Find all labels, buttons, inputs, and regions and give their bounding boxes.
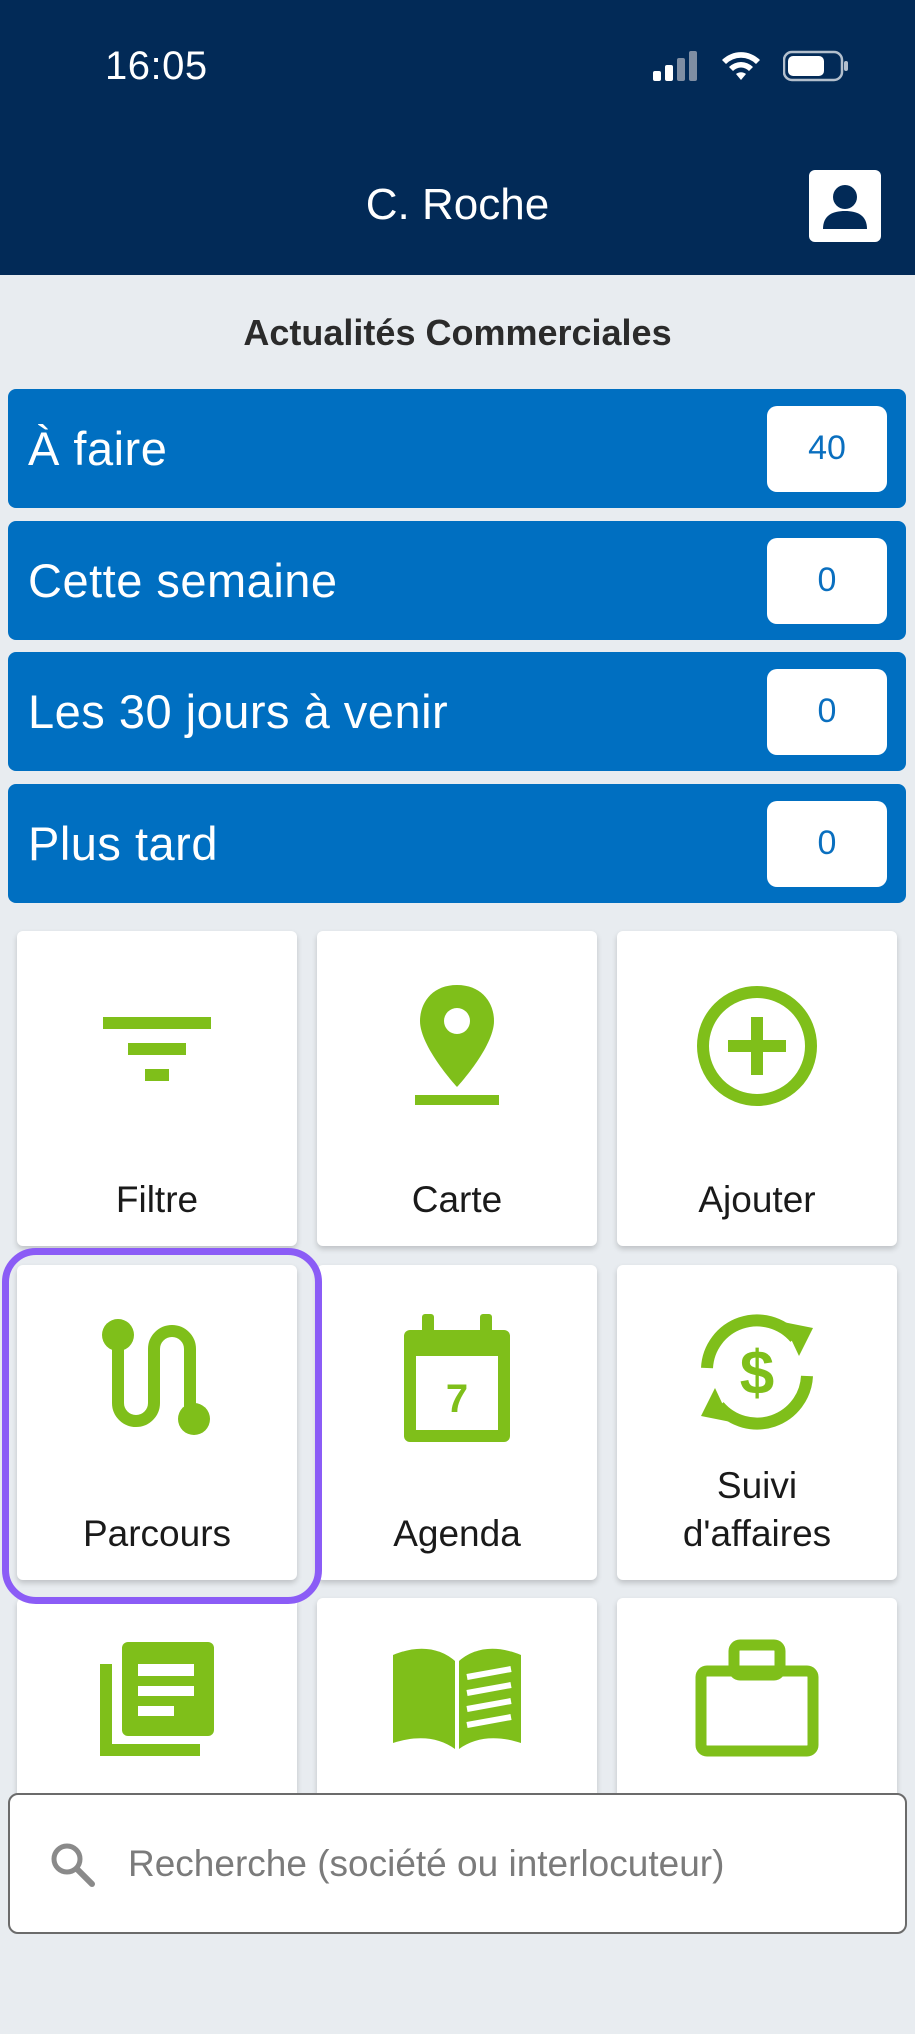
filter-icon <box>17 971 297 1121</box>
briefcase-icon <box>617 1624 897 1774</box>
tile-label: Ajouter <box>698 1179 816 1220</box>
news-count: 40 <box>767 405 887 492</box>
status-time: 16:05 <box>105 44 208 88</box>
news-row-30-jours[interactable]: Les 30 jours à venir 0 <box>8 652 906 771</box>
news-label: Plus tard <box>28 817 218 870</box>
add-circle-icon <box>617 971 897 1121</box>
svg-text:$: $ <box>740 1339 774 1408</box>
tile-carte[interactable]: Carte <box>317 931 597 1246</box>
map-pin-icon <box>317 971 597 1121</box>
tile-label: Agenda <box>393 1513 521 1554</box>
section-title: Actualités Commerciales <box>243 312 672 353</box>
news-label: Les 30 jours à venir <box>28 685 449 738</box>
signal-icon <box>653 51 697 81</box>
profile-button[interactable] <box>809 170 881 242</box>
news-label: Cette semaine <box>28 554 338 607</box>
book-icon <box>317 1624 597 1774</box>
route-icon <box>17 1305 297 1455</box>
tile-filtre[interactable]: Filtre <box>17 931 297 1246</box>
calendar-day: 7 <box>446 1377 468 1421</box>
search-icon <box>44 1836 100 1892</box>
calendar-icon: 7 <box>317 1305 597 1455</box>
dollar-cycle-icon: $ <box>617 1297 897 1447</box>
page-title: C. Roche <box>365 180 550 229</box>
status-icons <box>653 50 849 82</box>
news-label: À faire <box>28 422 168 475</box>
news-row-plus-tard[interactable]: Plus tard 0 <box>8 784 906 903</box>
news-count: 0 <box>767 537 887 624</box>
wifi-icon <box>722 52 760 80</box>
tile-label: Parcours <box>82 1513 232 1554</box>
documents-icon <box>17 1624 297 1774</box>
tile-label: Carte <box>411 1179 503 1220</box>
search-input[interactable] <box>128 1842 888 1885</box>
user-icon <box>823 185 867 229</box>
app-header: 16:05 C. Roche <box>0 0 915 275</box>
battery-icon <box>783 50 848 82</box>
search-bar[interactable] <box>8 1793 907 1934</box>
tile-parcours[interactable]: Parcours <box>17 1265 297 1580</box>
tile-suivi-affaires[interactable]: $ Suivi d'affaires <box>617 1265 897 1580</box>
tile-label: Filtre <box>115 1179 199 1220</box>
news-row-cette-semaine[interactable]: Cette semaine 0 <box>8 521 906 640</box>
news-count: 0 <box>767 800 887 887</box>
tile-label: Suivi d'affaires <box>682 1465 832 1554</box>
news-count: 0 <box>767 668 887 755</box>
tile-agenda[interactable]: 7 Agenda <box>317 1265 597 1580</box>
tile-ajouter[interactable]: Ajouter <box>617 931 897 1246</box>
news-row-a-faire[interactable]: À faire 40 <box>8 389 906 508</box>
